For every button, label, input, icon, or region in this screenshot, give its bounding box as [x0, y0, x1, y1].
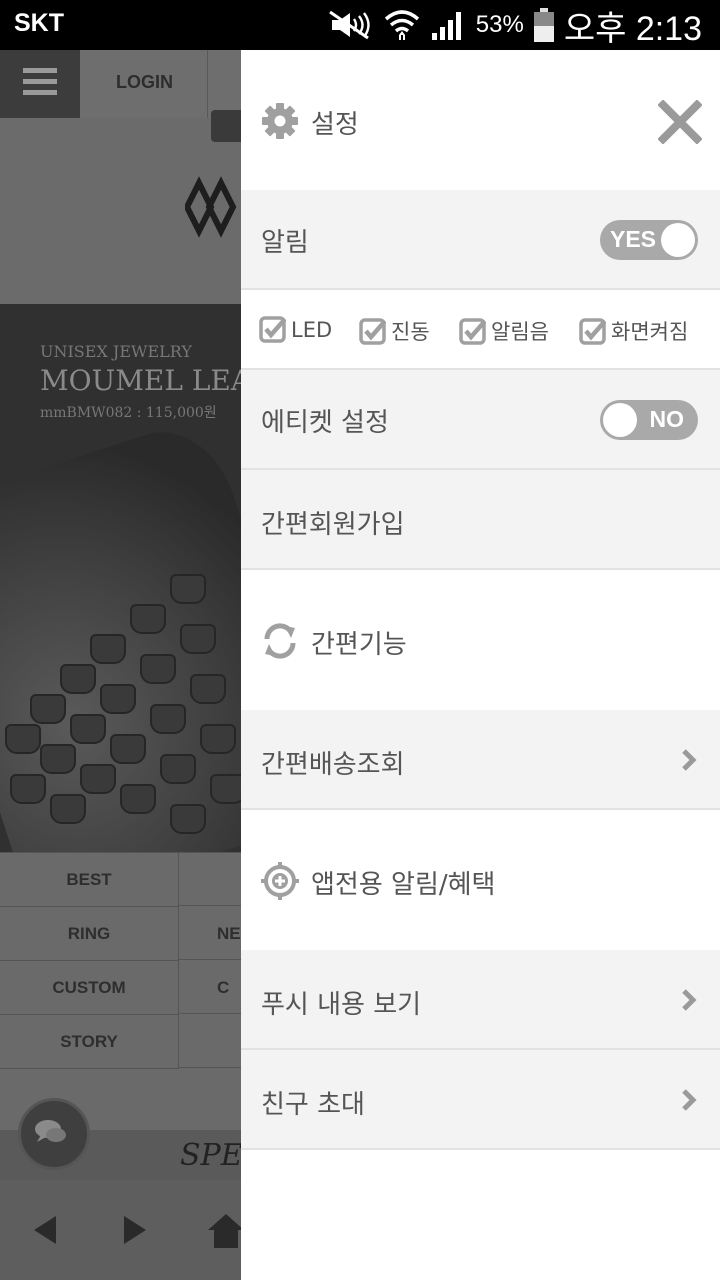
- promo-text: SPE: [180, 1138, 241, 1173]
- checkbox-checked-icon: [459, 317, 486, 345]
- etiquette-toggle-text: NO: [649, 406, 685, 432]
- category-story[interactable]: STORY: [0, 1015, 179, 1069]
- drawer-header: 설정: [241, 50, 720, 190]
- close-icon[interactable]: [658, 100, 702, 144]
- checkbox-checked-icon: [579, 317, 606, 345]
- gear-icon: [262, 103, 298, 139]
- category-right-4[interactable]: [179, 1015, 241, 1068]
- push-history-label: 푸시 내용 보기: [261, 990, 422, 1020]
- browser-bottom-bar: [0, 1180, 241, 1280]
- checkbox-checked-icon: [259, 316, 286, 343]
- wifi-icon: [384, 10, 419, 40]
- checkbox-checked-icon: [359, 317, 386, 345]
- category-ring[interactable]: RING: [0, 907, 179, 961]
- checkbox-sound[interactable]: 알림음: [459, 316, 549, 346]
- hamburger-menu-button[interactable]: [0, 50, 80, 118]
- notification-toggle[interactable]: YES: [600, 220, 698, 260]
- settings-drawer: 설정 알림 YES LED 진동 알림음 화면켜짐 에티켓 설정 NO 간편회원…: [241, 50, 720, 1280]
- banner-title: MOUMEL LEATH: [40, 364, 241, 397]
- delivery-lookup-label: 간편배송조회: [261, 750, 405, 780]
- category-best[interactable]: BEST: [0, 853, 179, 907]
- checkbox-vibrate[interactable]: 진동: [359, 316, 430, 346]
- checkbox-led-label: LED: [291, 317, 333, 342]
- chevron-right-icon: [682, 989, 697, 1011]
- site-top-nav: LOGIN: [0, 50, 241, 118]
- section-easy-title: 간편기능: [311, 630, 407, 660]
- site-logo: [185, 176, 237, 238]
- target-plus-icon: [261, 862, 299, 900]
- login-link[interactable]: LOGIN: [116, 72, 173, 93]
- product-banner[interactable]: UNISEX JEWELRY MOUMEL LEATH mmBMW082 : 1…: [0, 304, 241, 852]
- banner-subtitle: UNISEX JEWELRY: [40, 342, 192, 361]
- cart-badge: [211, 110, 241, 142]
- carrier-label: SKT: [14, 9, 64, 37]
- section-app-benefits: 앱전용 알림/혜택: [241, 810, 720, 950]
- section-easy-features: 간편기능: [241, 570, 720, 710]
- invite-friends-label: 친구 초대: [261, 1090, 365, 1120]
- checkbox-screen-on[interactable]: 화면켜짐: [579, 316, 688, 346]
- background-page: LOGIN UNISEX JEWELRY MOUMEL LEATH mmBMW0…: [0, 50, 241, 1280]
- chat-button[interactable]: [18, 1098, 90, 1170]
- status-bar: SKT 53% 오후 2:13: [0, 0, 720, 50]
- drawer-title: 설정: [311, 110, 359, 140]
- checkbox-vibrate-label: 진동: [391, 320, 430, 344]
- chat-icon: [35, 1120, 66, 1142]
- signup-label: 간편회원가입: [261, 510, 405, 540]
- toggle-knob: [603, 403, 637, 437]
- category-right-1[interactable]: [179, 853, 241, 906]
- notification-row: 알림 YES: [241, 190, 720, 290]
- home-icon[interactable]: [206, 1212, 241, 1248]
- notification-toggle-text: YES: [610, 226, 657, 252]
- push-history-row[interactable]: 푸시 내용 보기: [241, 950, 720, 1050]
- category-custom[interactable]: CUSTOM: [0, 961, 179, 1015]
- clock: 오후 2:13: [563, 9, 702, 48]
- back-icon[interactable]: [34, 1216, 56, 1244]
- category-right-3[interactable]: C: [179, 961, 241, 1014]
- checkbox-sound-label: 알림음: [491, 320, 549, 344]
- chevron-right-icon: [682, 749, 697, 771]
- checkbox-led[interactable]: LED: [259, 316, 332, 343]
- etiquette-row: 에티켓 설정 NO: [241, 370, 720, 470]
- battery-percent: 53%: [475, 11, 524, 38]
- chevron-right-icon: [682, 1089, 697, 1111]
- forward-icon[interactable]: [124, 1216, 146, 1244]
- invite-friends-row[interactable]: 친구 초대: [241, 1050, 720, 1150]
- notification-label: 알림: [261, 228, 309, 258]
- section-app-title: 앱전용 알림/혜택: [311, 870, 496, 900]
- battery-icon: [533, 8, 554, 42]
- banner-price: mmBMW082 : 115,000원: [40, 405, 217, 421]
- delivery-lookup-row[interactable]: 간편배송조회: [241, 710, 720, 810]
- mute-icon: [328, 10, 370, 40]
- checkbox-screen-on-label: 화면켜짐: [611, 320, 689, 344]
- etiquette-label: 에티켓 설정: [261, 408, 389, 438]
- refresh-icon: [264, 623, 296, 659]
- category-right-2[interactable]: NE: [179, 907, 241, 960]
- etiquette-toggle[interactable]: NO: [600, 400, 698, 440]
- notification-options-row: LED 진동 알림음 화면켜짐: [241, 290, 720, 370]
- signal-icon: [431, 12, 461, 40]
- toggle-knob: [661, 223, 695, 257]
- signup-row[interactable]: 간편회원가입: [241, 470, 720, 570]
- category-grid: BEST RING CUSTOM STORY NE C: [0, 852, 241, 1101]
